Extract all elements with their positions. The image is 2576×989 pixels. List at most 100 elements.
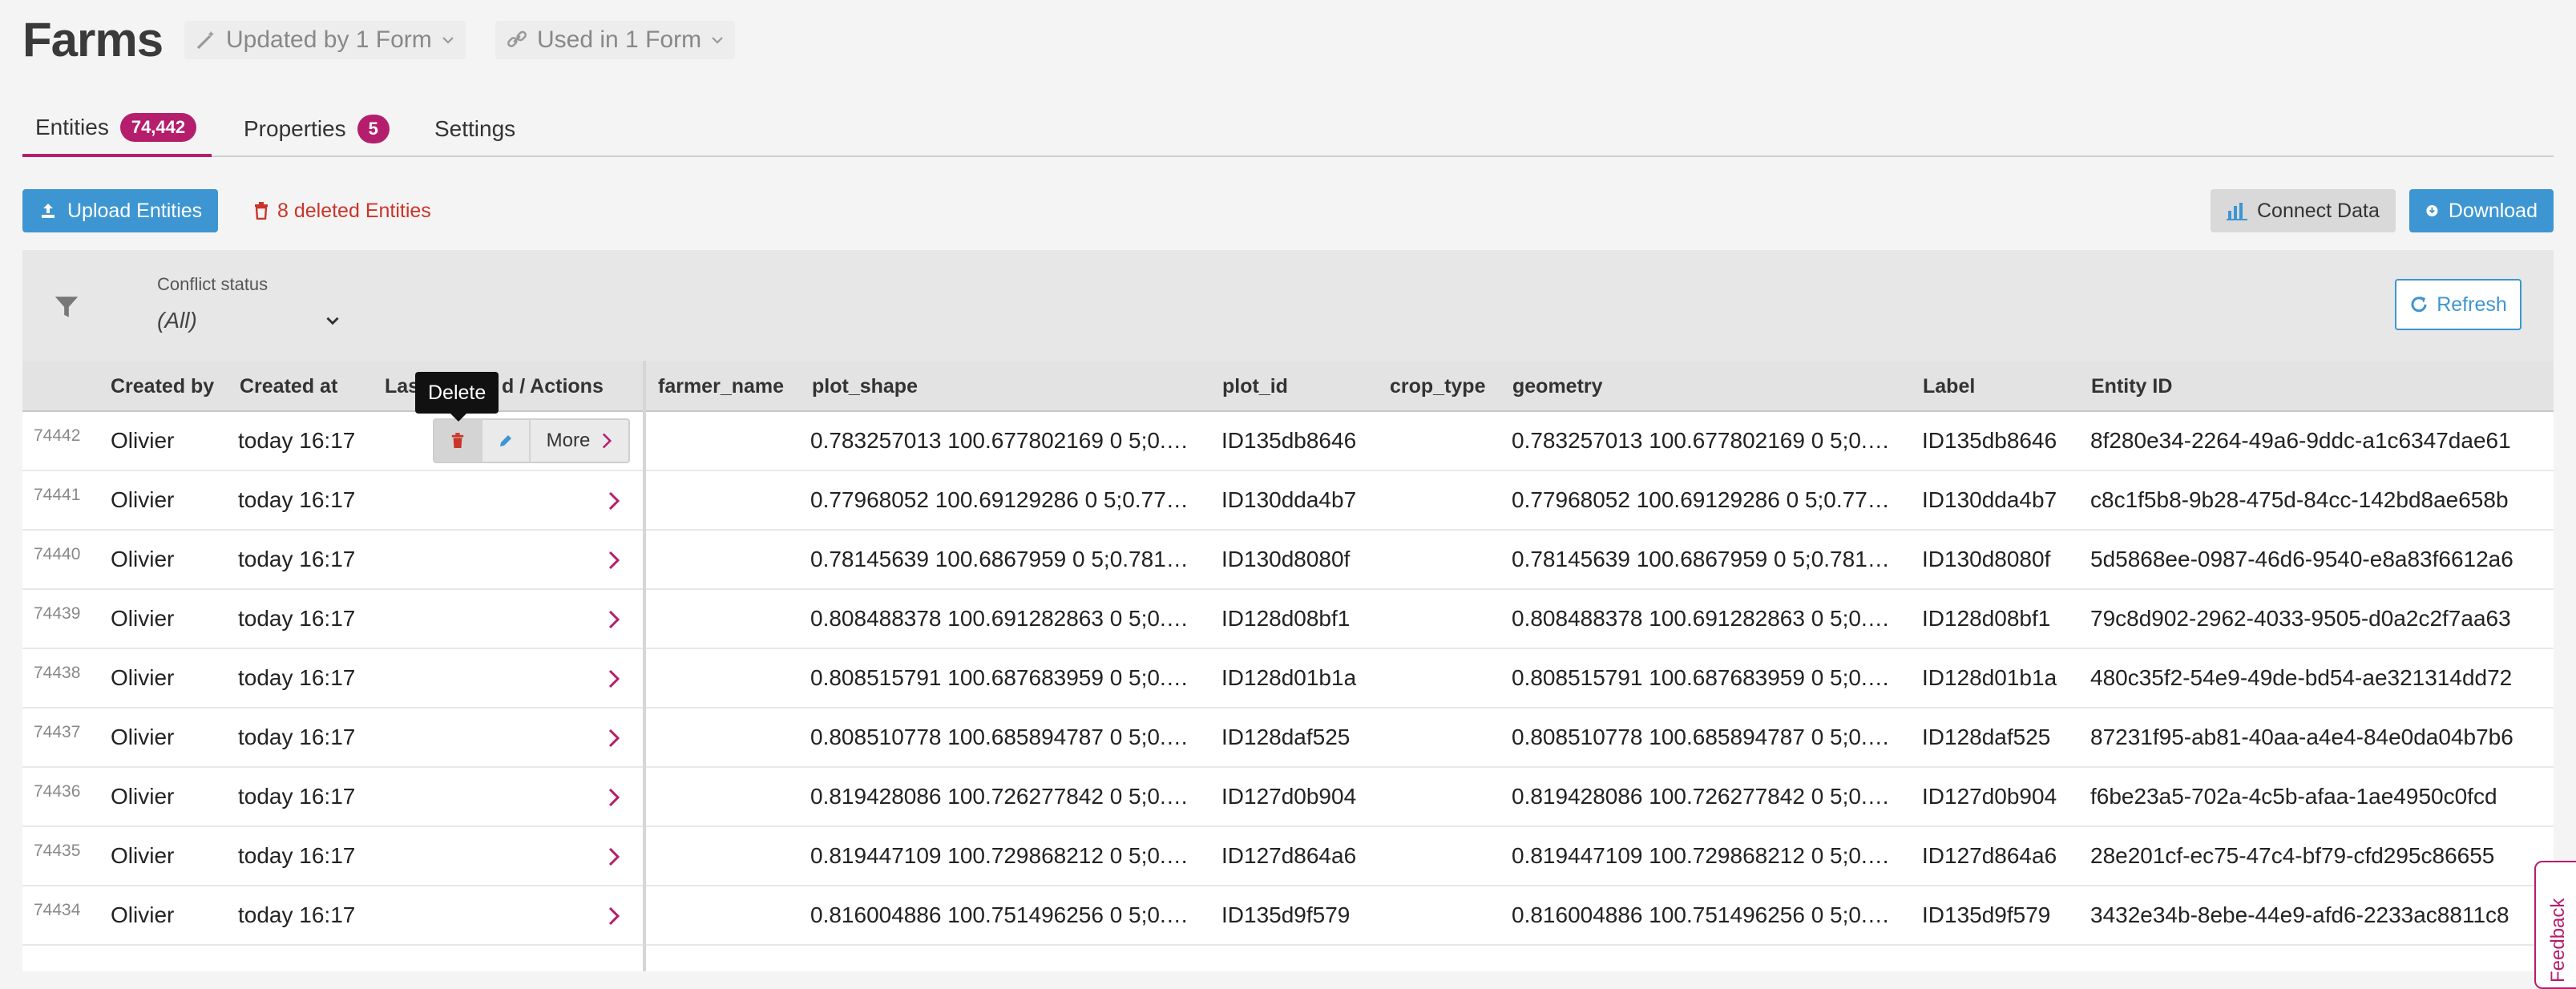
chevron-down-icon xyxy=(442,37,454,44)
cell-label: ID130dda4b7 xyxy=(1922,487,2057,512)
cell-entity-id: c8c1f5b8-9b28-475d-84cc-142bd8ae658b xyxy=(2090,487,2509,512)
cell-plot-id: ID127d864a6 xyxy=(1221,843,1357,868)
cell-label: ID128d08bf1 xyxy=(1922,606,2051,631)
cell-label: ID128d01b1a xyxy=(1922,665,2057,690)
cell-entity-id: 87231f95-ab81-40aa-a4e4-84e0da04b7b6 xyxy=(2090,725,2513,749)
chevron-right-icon[interactable] xyxy=(608,668,620,693)
entities-table: Created by Created at Las d / Actions fa… xyxy=(22,361,2554,971)
delete-button[interactable] xyxy=(434,420,482,462)
cell-created-at: today 16:17 xyxy=(238,547,356,571)
table-header: Created by Created at Las d / Actions fa… xyxy=(22,361,2554,412)
cell-created-by: Olivier xyxy=(111,843,175,868)
download-label: Download xyxy=(2448,199,2538,222)
cell-plot-id: ID128d01b1a xyxy=(1221,665,1357,690)
cell-plot-id: ID135d9f579 xyxy=(1221,902,1351,927)
feedback-tab[interactable]: Feedback xyxy=(2534,861,2576,989)
table-row[interactable]: 74439 Olivier today 16:17 0.808488378 100.6… xyxy=(22,590,2554,649)
column-plot-id[interactable]: plot_id xyxy=(1222,361,1288,412)
trash-icon xyxy=(451,433,464,448)
cell-geometry: 0.816004886 100.751496256 0 5;0.816... xyxy=(1512,902,1896,927)
chevron-right-icon[interactable] xyxy=(608,906,620,930)
cell-plot-id: ID130d8080f xyxy=(1221,547,1351,571)
used-in-label: Used in 1 Form xyxy=(537,26,702,53)
cell-label: ID130d8080f xyxy=(1922,547,2051,571)
updated-by-label: Updated by 1 Form xyxy=(226,26,432,53)
refresh-button[interactable]: Refresh xyxy=(2395,279,2521,330)
table-row[interactable]: 74440 Olivier today 16:17 0.78145639 100.68… xyxy=(22,531,2554,590)
chevron-right-icon xyxy=(603,433,612,449)
chevron-right-icon[interactable] xyxy=(608,490,620,515)
table-row[interactable]: 74442 Olivier today 16:17 0.783257013 100.6… xyxy=(22,412,2554,471)
cell-geometry: 0.819428086 100.726277842 0 5;0.819... xyxy=(1512,784,1896,809)
cell-geometry: 0.808488378 100.691282863 0 5;0.808... xyxy=(1512,606,1896,631)
column-divider xyxy=(643,361,646,971)
cell-plot-id: ID127d0b904 xyxy=(1221,784,1357,809)
tab-settings[interactable]: Settings xyxy=(422,101,528,157)
column-crop-type[interactable]: crop_type xyxy=(1390,361,1485,412)
updated-by-dropdown[interactable]: Updated by 1 Form xyxy=(184,21,466,59)
cell-entity-id: f6be23a5-702a-4c5b-afaa-1ae4950c0fcd xyxy=(2090,784,2497,809)
table-row[interactable]: 74437 Olivier today 16:17 0.808510778 100.6… xyxy=(22,708,2554,768)
cell-entity-id: 28e201cf-ec75-47c4-bf79-cfd295c86655 xyxy=(2090,843,2495,868)
table-row[interactable]: 74434 Olivier today 16:17 0.816004886 100.7… xyxy=(22,886,2554,946)
column-label[interactable]: Label xyxy=(1923,361,1975,412)
filter-icon[interactable] xyxy=(53,293,80,321)
cell-created-at: today 16:17 xyxy=(238,725,356,749)
cell-plot-shape: 0.808515791 100.687683959 0 5;0.808... xyxy=(810,665,1195,690)
tab-properties[interactable]: Properties 5 xyxy=(231,101,402,157)
connect-data-label: Connect Data xyxy=(2257,199,2380,222)
column-created-by[interactable]: Created by xyxy=(111,361,214,412)
column-farmer-name[interactable]: farmer_name xyxy=(658,361,784,412)
cell-label: ID135d9f579 xyxy=(1922,902,2051,927)
cell-geometry: 0.808515791 100.687683959 0 5;0.808... xyxy=(1512,665,1896,690)
cell-label: ID128daf525 xyxy=(1922,725,2051,749)
magic-wand-icon xyxy=(196,30,214,50)
row-number: 74435 xyxy=(34,842,81,860)
chevron-right-icon[interactable] xyxy=(608,609,620,634)
download-button[interactable]: Download xyxy=(2409,189,2554,232)
chevron-right-icon[interactable] xyxy=(608,550,620,575)
tab-label: Settings xyxy=(434,116,516,141)
cell-plot-id: ID130dda4b7 xyxy=(1221,487,1357,512)
table-row[interactable]: 74436 Olivier today 16:17 0.819428086 100.7… xyxy=(22,768,2554,827)
cell-plot-id: ID128daf525 xyxy=(1221,725,1351,749)
cell-created-at: today 16:17 xyxy=(238,902,356,927)
edit-button[interactable] xyxy=(482,420,531,462)
cell-entity-id: 3432e34b-8ebe-44e9-afd6-2233ac8811c8 xyxy=(2090,902,2509,927)
tab-entities[interactable]: Entities 74,442 xyxy=(22,101,212,157)
table-row[interactable]: 74435 Olivier today 16:17 0.819447109 100.7… xyxy=(22,827,2554,886)
download-icon xyxy=(2426,204,2438,217)
used-in-dropdown[interactable]: Used in 1 Form xyxy=(495,21,736,59)
deleted-entities-label: 8 deleted Entities xyxy=(277,199,431,222)
column-geometry[interactable]: geometry xyxy=(1512,361,1603,412)
column-entity-id[interactable]: Entity ID xyxy=(2091,361,2172,412)
table-row[interactable]: 74438 Olivier today 16:17 0.808515791 100.6… xyxy=(22,649,2554,708)
row-number: 74437 xyxy=(34,723,81,741)
chevron-right-icon[interactable] xyxy=(608,846,620,871)
refresh-icon xyxy=(2411,297,2427,313)
chevron-right-icon[interactable] xyxy=(608,787,620,812)
row-number: 74436 xyxy=(34,782,81,801)
cell-plot-shape: 0.819428086 100.726277842 0 5;0.819... xyxy=(810,784,1195,809)
deleted-entities-link[interactable]: 8 deleted Entities xyxy=(253,189,431,232)
connect-data-button[interactable]: Connect Data xyxy=(2211,189,2396,232)
more-button[interactable]: More xyxy=(531,420,628,462)
upload-entities-button[interactable]: Upload Entities xyxy=(22,189,219,232)
table-row[interactable]: 74441 Olivier today 16:17 0.77968052 100.69… xyxy=(22,471,2554,531)
row-number: 74442 xyxy=(34,426,81,445)
cell-created-by: Olivier xyxy=(111,606,175,631)
tab-label: Entities xyxy=(35,115,109,139)
cell-created-by: Olivier xyxy=(111,902,175,927)
cell-plot-id: ID128d08bf1 xyxy=(1221,606,1351,631)
chevron-right-icon[interactable] xyxy=(608,728,620,753)
cell-entity-id: 79c8d902-2962-4033-9505-d0a2c2f7aa63 xyxy=(2090,606,2511,631)
row-actions: More xyxy=(433,418,630,463)
cell-created-by: Olivier xyxy=(111,487,175,512)
column-created-at[interactable]: Created at xyxy=(240,361,337,412)
conflict-status-label: Conflict status xyxy=(157,274,269,294)
conflict-status-select[interactable]: (All) xyxy=(157,301,341,340)
chevron-down-icon xyxy=(712,37,723,44)
cell-plot-shape: 0.808510778 100.685894787 0 5;0.808... xyxy=(810,725,1195,749)
cell-geometry: 0.77968052 100.69129286 0 5;0.7796... xyxy=(1512,487,1896,512)
column-plot-shape[interactable]: plot_shape xyxy=(812,361,918,412)
